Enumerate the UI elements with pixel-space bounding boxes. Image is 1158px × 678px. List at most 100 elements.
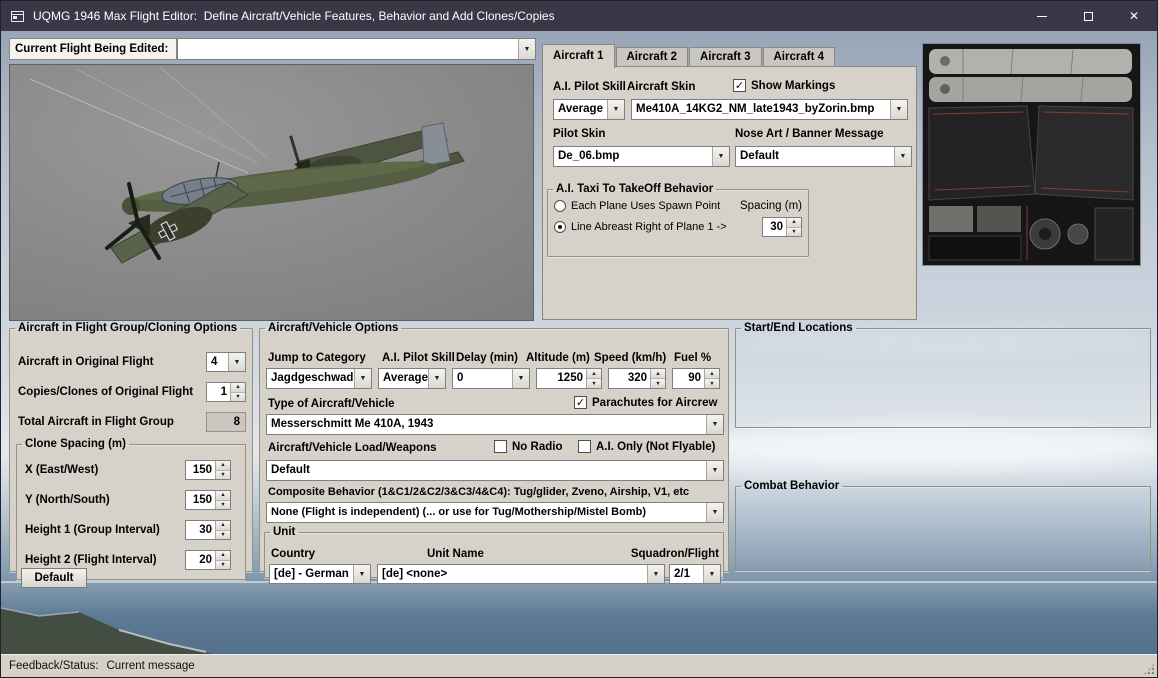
spin-up-icon[interactable]: ▲ <box>216 521 230 531</box>
squadron-label: Squadron/Flight <box>630 548 719 560</box>
pilot-skill-select[interactable]: Average ▼ <box>553 99 625 120</box>
squadron-select[interactable]: 2/1 ▼ <box>669 564 721 584</box>
spin-down-icon[interactable]: ▼ <box>705 379 719 388</box>
spin-up-icon[interactable]: ▲ <box>587 369 601 379</box>
spin-down-icon[interactable]: ▼ <box>216 470 230 479</box>
chevron-down-icon[interactable]: ▼ <box>228 353 245 371</box>
spin-up-icon[interactable]: ▲ <box>231 383 245 393</box>
ai-pilot-skill-select[interactable]: Average ▼ <box>378 368 446 389</box>
tab-aircraft-3[interactable]: Aircraft 3 <box>689 47 762 67</box>
close-button[interactable]: ✕ <box>1111 1 1157 31</box>
checkbox-icon[interactable] <box>733 79 746 92</box>
line-abreast-radio[interactable] <box>554 221 566 233</box>
maximize-button[interactable] <box>1065 1 1111 31</box>
aircraft-3d-render <box>10 65 533 320</box>
spin-up-icon[interactable]: ▲ <box>787 218 801 228</box>
spin-down-icon[interactable]: ▼ <box>231 392 245 401</box>
spin-down-icon[interactable]: ▼ <box>587 379 601 388</box>
country-select[interactable]: [de] - German ▼ <box>269 564 371 584</box>
tab-aircraft-1[interactable]: Aircraft 1 <box>542 44 615 68</box>
spin-down-icon[interactable]: ▼ <box>787 227 801 236</box>
height1-spinner[interactable]: 30 ▲ ▼ <box>185 520 231 540</box>
window-title: UQMG 1946 Max Flight Editor: Define Airc… <box>33 9 555 23</box>
chevron-down-icon[interactable]: ▼ <box>518 39 535 59</box>
taxi-behavior-title: A.I. Taxi To TakeOff Behavior <box>556 183 714 195</box>
spawn-point-radio[interactable] <box>554 200 566 212</box>
vehicle-options-title: Aircraft/Vehicle Options <box>268 322 399 334</box>
status-message: Current message <box>106 660 195 672</box>
chevron-down-icon[interactable]: ▼ <box>706 461 723 480</box>
minimize-button[interactable] <box>1019 1 1065 31</box>
pilot-skin-label: Pilot Skin <box>553 128 606 140</box>
tab-aircraft-4[interactable]: Aircraft 4 <box>762 47 835 67</box>
y-spacing-spinner[interactable]: 150 ▲ ▼ <box>185 490 231 510</box>
no-radio-checkbox[interactable]: No Radio <box>494 440 562 453</box>
x-spacing-spinner[interactable]: 150 ▲ ▼ <box>185 460 231 480</box>
spin-up-icon[interactable]: ▲ <box>216 491 230 501</box>
nose-art-select[interactable]: Default ▼ <box>735 146 912 167</box>
unit-name-select[interactable]: [de] <none> ▼ <box>377 564 665 584</box>
spacing-label: Spacing (m) <box>740 200 802 212</box>
spin-up-icon[interactable]: ▲ <box>651 369 665 379</box>
status-label: Feedback/Status: <box>9 660 99 672</box>
status-bar: Feedback/Status: Current message <box>1 654 1157 677</box>
chevron-down-icon[interactable]: ▼ <box>353 565 370 583</box>
skin-texture-image <box>923 44 1140 265</box>
cloning-options-title: Aircraft in Flight Group/Cloning Options <box>18 322 238 334</box>
chevron-down-icon[interactable]: ▼ <box>512 369 529 388</box>
aircraft-skin-texture <box>922 43 1141 266</box>
checkbox-icon[interactable] <box>574 396 587 409</box>
ai-only-checkbox[interactable]: A.I. Only (Not Flyable) <box>578 440 715 453</box>
chevron-down-icon[interactable]: ▼ <box>712 147 729 166</box>
spin-down-icon[interactable]: ▼ <box>216 500 230 509</box>
copies-label: Copies/Clones of Original Flight <box>18 386 194 398</box>
unit-name-label: Unit Name <box>427 548 484 560</box>
speed-spinner[interactable]: 320 ▲ ▼ <box>608 368 666 389</box>
spin-up-icon[interactable]: ▲ <box>705 369 719 379</box>
load-weapons-select[interactable]: Default ▼ <box>266 460 724 481</box>
jump-category-select[interactable]: Jagdgeschwad ▼ <box>266 368 372 389</box>
spin-down-icon[interactable]: ▼ <box>216 530 230 539</box>
chevron-down-icon[interactable]: ▼ <box>428 369 445 388</box>
chevron-down-icon[interactable]: ▼ <box>706 503 723 522</box>
copies-spinner[interactable]: 1 ▲ ▼ <box>206 382 246 402</box>
altitude-spinner[interactable]: 1250 ▲ ▼ <box>536 368 602 389</box>
spin-down-icon[interactable]: ▼ <box>216 560 230 569</box>
resize-grip[interactable] <box>1143 663 1155 675</box>
client-area: Current Flight Being Edited: ▼ Aircraft … <box>1 31 1157 677</box>
show-markings-checkbox[interactable]: Show Markings <box>733 79 835 92</box>
spin-down-icon[interactable]: ▼ <box>651 379 665 388</box>
maximize-icon <box>1083 11 1093 21</box>
tab-aircraft-2[interactable]: Aircraft 2 <box>615 47 688 67</box>
fuel-spinner[interactable]: 90 ▲ ▼ <box>672 368 720 389</box>
spacing-spinner[interactable]: 30 ▲ ▼ <box>762 217 802 237</box>
aircraft-skin-label: Aircraft Skin <box>627 81 696 93</box>
x-spacing-label: X (East/West) <box>25 464 99 476</box>
spin-up-icon[interactable]: ▲ <box>216 551 230 561</box>
spin-up-icon[interactable]: ▲ <box>216 461 230 471</box>
height2-spinner[interactable]: 20 ▲ ▼ <box>185 550 231 570</box>
pilot-skin-select[interactable]: De_06.bmp ▼ <box>553 146 730 167</box>
chevron-down-icon[interactable]: ▼ <box>703 565 720 583</box>
checkbox-icon[interactable] <box>494 440 507 453</box>
start-end-locations-group: Start/End Locations <box>735 322 1151 428</box>
chevron-down-icon[interactable]: ▼ <box>894 147 911 166</box>
chevron-down-icon[interactable]: ▼ <box>354 369 371 388</box>
spawn-point-label: Each Plane Uses Spawn Point <box>571 200 721 212</box>
clone-spacing-group: Clone Spacing (m) X (East/West) 150 ▲ ▼ Y… <box>16 438 246 588</box>
clone-spacing-title: Clone Spacing (m) <box>25 438 126 450</box>
chevron-down-icon[interactable]: ▼ <box>706 415 723 434</box>
aircraft-skin-select[interactable]: Me410A_14KG2_NM_late1943_byZorin.bmp ▼ <box>631 99 908 120</box>
parachutes-checkbox[interactable]: Parachutes for Aircrew <box>574 396 717 409</box>
current-flight-label: Current Flight Being Edited: <box>9 38 177 60</box>
default-button[interactable]: Default <box>21 568 87 588</box>
current-flight-select[interactable]: ▼ <box>177 38 536 60</box>
chevron-down-icon[interactable]: ▼ <box>607 100 624 119</box>
checkbox-icon[interactable] <box>578 440 591 453</box>
aircraft-type-select[interactable]: Messerschmitt Me 410A, 1943 ▼ <box>266 414 724 435</box>
delay-select[interactable]: 0 ▼ <box>452 368 530 389</box>
original-flight-select[interactable]: 4 ▼ <box>206 352 246 372</box>
chevron-down-icon[interactable]: ▼ <box>647 565 664 583</box>
chevron-down-icon[interactable]: ▼ <box>890 100 907 119</box>
composite-behavior-select[interactable]: None (Flight is independent) (... or use… <box>266 502 724 523</box>
